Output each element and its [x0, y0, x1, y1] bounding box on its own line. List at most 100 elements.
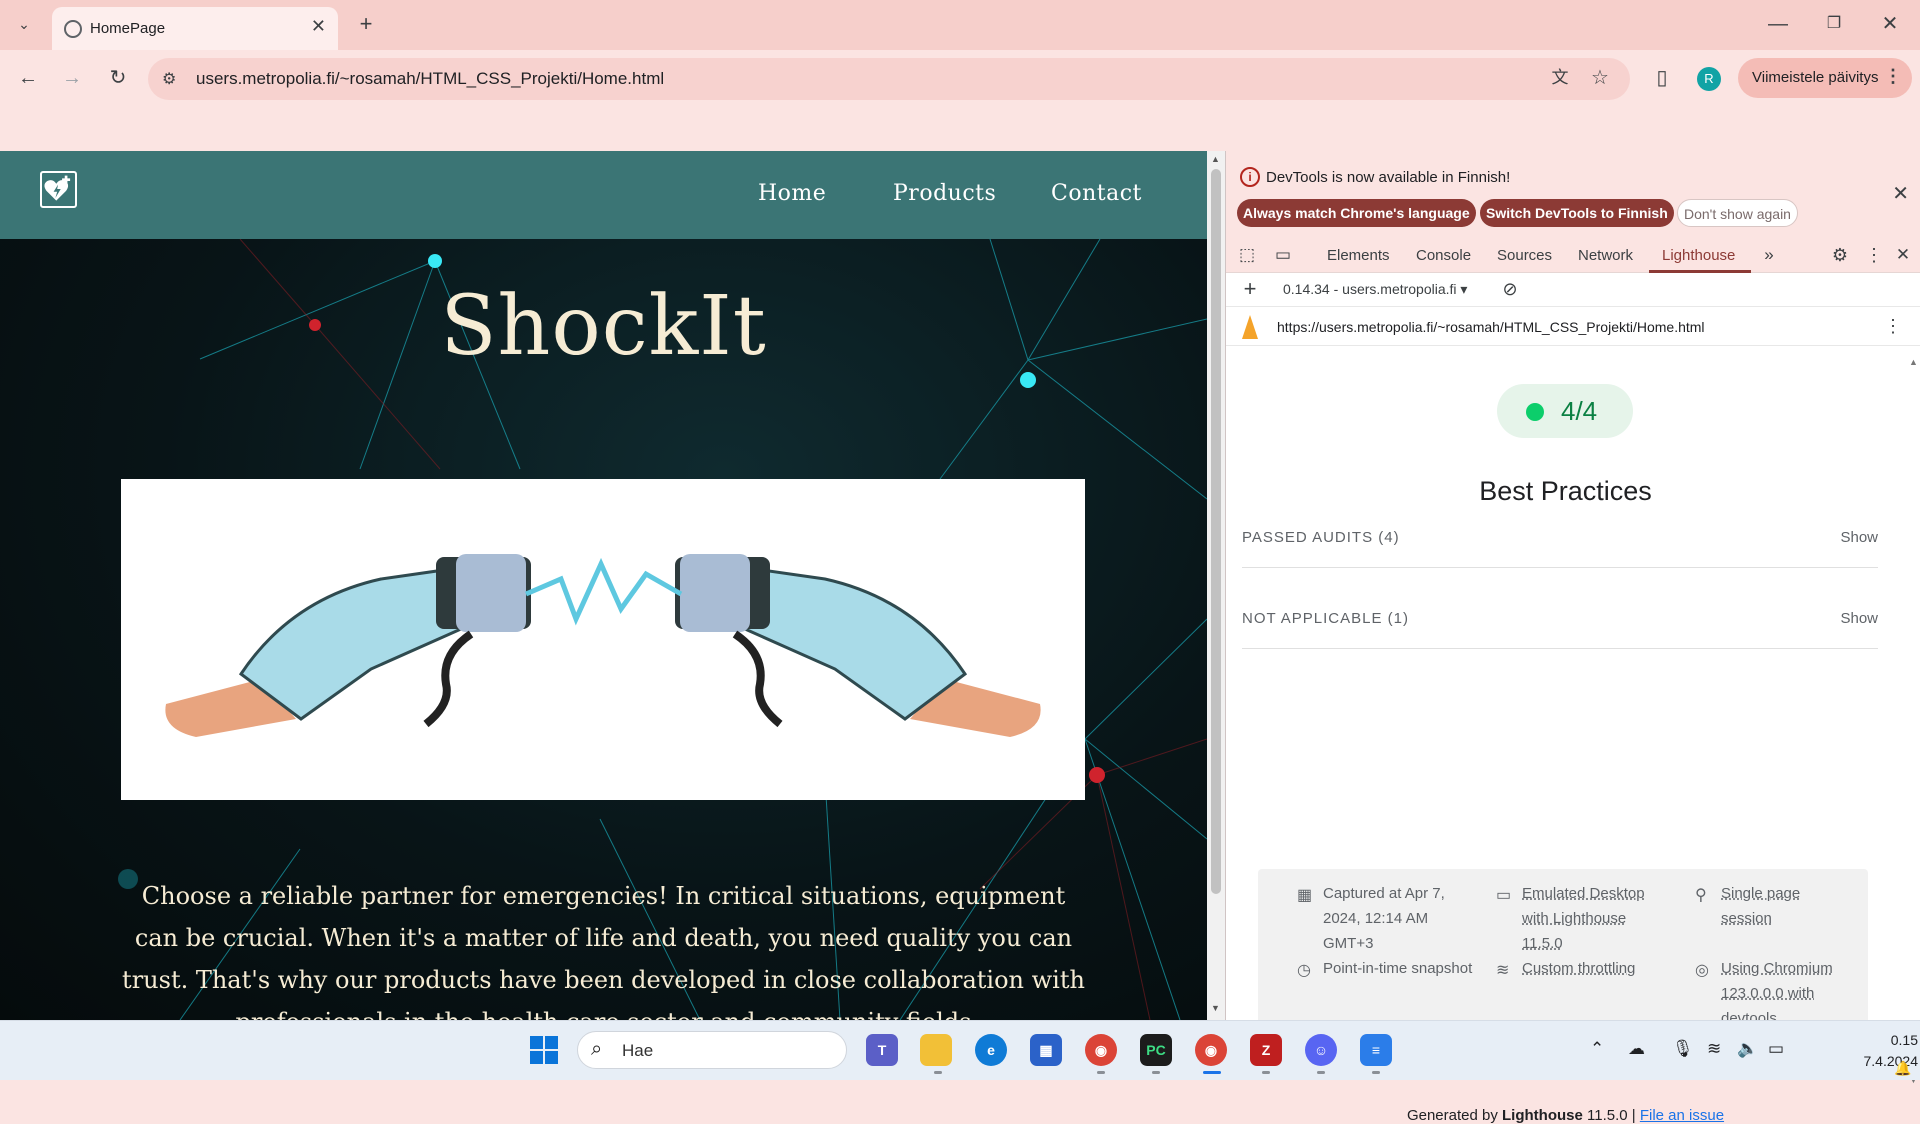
devtools-menu-icon[interactable]: ⋮ — [1863, 245, 1885, 265]
inspect-element-icon[interactable]: ⬚ — [1236, 245, 1258, 265]
active-indicator — [1203, 1071, 1221, 1074]
net-node — [1089, 767, 1105, 783]
battery-icon[interactable]: ▭ — [1768, 1039, 1784, 1059]
windows-start-icon[interactable] — [530, 1036, 558, 1064]
settings-gear-icon[interactable]: ⚙ — [1829, 245, 1851, 265]
tab-search-chevron-icon[interactable]: ⌄ — [12, 14, 36, 34]
tab-console[interactable]: Console — [1416, 247, 1471, 264]
more-tabs-icon[interactable]: » — [1758, 245, 1780, 265]
wifi-icon[interactable]: ≋ — [1707, 1039, 1721, 1059]
search-placeholder: Hae — [622, 1041, 654, 1060]
report-url-bar: https://users.metropolia.fi/~rosamah/HTM… — [1226, 308, 1920, 346]
tab-network[interactable]: Network — [1578, 247, 1633, 264]
translate-icon[interactable]: 文 — [1548, 68, 1572, 88]
dont-show-button[interactable]: Don't show again — [1677, 199, 1798, 227]
back-icon[interactable]: ← — [16, 68, 40, 88]
meta-snapshot: ◷ Point-in-time snapshot — [1297, 956, 1473, 981]
store-icon[interactable]: ▦ — [1030, 1034, 1062, 1066]
tray-chevron-icon[interactable]: ⌃ — [1590, 1039, 1604, 1059]
volume-icon[interactable]: 🔈 — [1737, 1039, 1758, 1059]
clock-time: 0.15 — [1890, 1032, 1918, 1048]
meta-throttling-text: Custom throttling — [1522, 960, 1636, 977]
discord-icon[interactable]: ☺ — [1305, 1034, 1337, 1066]
passed-audits-row[interactable]: PASSED AUDITS (4) Show — [1242, 508, 1878, 568]
footer-prefix: Generated by — [1406, 1107, 1502, 1124]
onedrive-icon[interactable]: ☁ — [1628, 1039, 1645, 1059]
show-passed-button[interactable]: Show — [1840, 529, 1878, 546]
nav-products[interactable]: Products — [893, 181, 996, 206]
device-toolbar-icon[interactable]: ▭ — [1272, 245, 1294, 265]
nav-contact[interactable]: Contact — [1051, 181, 1142, 206]
net-line — [1096, 774, 1151, 1020]
menu-kebab-icon[interactable]: ⋮ — [1884, 66, 1902, 87]
report-selector[interactable]: 0.14.34 - users.metropolia.fi ▾ — [1283, 281, 1467, 298]
switch-finnish-button[interactable]: Switch DevTools to Finnish — [1480, 199, 1674, 227]
meta-session[interactable]: ⚲ Single page session — [1695, 881, 1831, 931]
meta-throttling[interactable]: ≋ Custom throttling — [1496, 956, 1652, 981]
page-scrollbar[interactable]: ▲ ▼ — [1207, 151, 1225, 1020]
new-report-icon[interactable]: + — [1239, 278, 1261, 300]
teams-icon[interactable]: T — [866, 1034, 898, 1066]
scroll-down-icon[interactable]: ▼ — [1211, 1003, 1220, 1013]
scroll-thumb[interactable] — [1211, 169, 1221, 894]
scroll-up-icon[interactable]: ▲ — [1211, 154, 1220, 164]
tab-elements[interactable]: Elements — [1327, 247, 1390, 264]
net-node — [428, 254, 442, 268]
info-icon: i — [1240, 167, 1260, 187]
new-tab-icon[interactable]: + — [354, 13, 378, 35]
window-close-icon[interactable]: ✕ — [1878, 14, 1902, 34]
report-selector-label: 0.14.34 - users.metropolia.fi — [1283, 281, 1457, 297]
report-menu-icon[interactable]: ⋮ — [1882, 316, 1904, 336]
show-not-applicable-button[interactable]: Show — [1840, 610, 1878, 627]
heart-logo-icon[interactable] — [40, 171, 77, 208]
close-devtools-icon[interactable]: ✕ — [1892, 245, 1914, 265]
minimize-icon[interactable]: — — [1766, 14, 1790, 34]
url-text[interactable]: users.metropolia.fi/~rosamah/HTML_CSS_Pr… — [196, 69, 664, 89]
file-issue-link[interactable]: File an issue — [1640, 1107, 1724, 1124]
report-scroll-up-icon[interactable]: ▲ — [1909, 357, 1918, 367]
restore-icon[interactable]: ❐ — [1822, 14, 1846, 34]
nav-home[interactable]: Home — [758, 181, 826, 206]
bookmark-star-icon[interactable]: ☆ — [1588, 68, 1612, 88]
edge-icon[interactable]: e — [975, 1034, 1007, 1066]
meta-emulated[interactable]: ▭ Emulated Desktop with Lighthouse 11.5.0 — [1496, 881, 1652, 956]
report-scrollbar[interactable]: ▲ ▼ — [1905, 347, 1920, 1085]
browser-tab[interactable]: HomePage ✕ — [52, 7, 338, 50]
tab-sources[interactable]: Sources — [1497, 247, 1552, 264]
globe-icon — [64, 20, 82, 38]
net-line — [939, 359, 1029, 480]
close-infobar-icon[interactable]: ✕ — [1892, 181, 1909, 206]
not-applicable-row[interactable]: NOT APPLICABLE (1) Show — [1242, 589, 1878, 649]
page-viewport: ShockIt Choose a reliable partner for em… — [0, 151, 1207, 1020]
site-title: ShockIt — [440, 279, 767, 374]
net-line — [1096, 738, 1207, 776]
language-infobar: i DevTools is now available in Finnish! … — [1226, 151, 1920, 237]
running-indicator — [1262, 1071, 1270, 1074]
pycharm-icon[interactable]: PC — [1140, 1034, 1172, 1066]
meta-session-text: Single page session — [1721, 885, 1801, 927]
filezilla-icon[interactable]: Z — [1250, 1034, 1282, 1066]
notification-bell-icon[interactable]: 🔔 — [1894, 1060, 1911, 1077]
tab-lighthouse[interactable]: Lighthouse — [1662, 247, 1735, 264]
file-explorer-icon[interactable] — [920, 1034, 952, 1066]
close-tab-icon[interactable]: ✕ — [311, 16, 326, 37]
site-navbar: Home Products Contact — [0, 151, 1207, 239]
match-language-button[interactable]: Always match Chrome's language — [1237, 199, 1476, 227]
clear-icon[interactable]: ⊘ — [1499, 279, 1521, 299]
chrome-icon[interactable]: ◉ — [1085, 1034, 1117, 1066]
report-url: https://users.metropolia.fi/~rosamah/HTM… — [1277, 319, 1705, 335]
update-button[interactable]: Viimeistele päivitys ⋮ — [1738, 58, 1912, 98]
notepad-icon[interactable]: ≡ — [1360, 1034, 1392, 1066]
address-bar[interactable]: ⚙ users.metropolia.fi/~rosamah/HTML_CSS_… — [148, 58, 1630, 100]
forward-icon[interactable]: → — [60, 68, 84, 88]
site-info-icon[interactable]: ⚙ — [162, 69, 176, 89]
reload-icon[interactable]: ↻ — [106, 68, 130, 88]
lighthouse-toolbar: + 0.14.34 - users.metropolia.fi ▾ ⊘ — [1226, 273, 1920, 307]
side-panel-icon[interactable]: ▯ — [1650, 68, 1674, 88]
profile-avatar[interactable]: R — [1697, 67, 1721, 91]
intro-paragraph: Choose a reliable partner for emergencie… — [122, 882, 1085, 1020]
microphone-icon[interactable]: 🎙 — [1672, 1039, 1694, 1059]
chrome-profile-icon[interactable]: ◉ — [1195, 1034, 1227, 1066]
taskbar-search[interactable]: ⌕ Hae — [577, 1031, 847, 1069]
devtools-panel: i DevTools is now available in Finnish! … — [1225, 151, 1920, 1124]
